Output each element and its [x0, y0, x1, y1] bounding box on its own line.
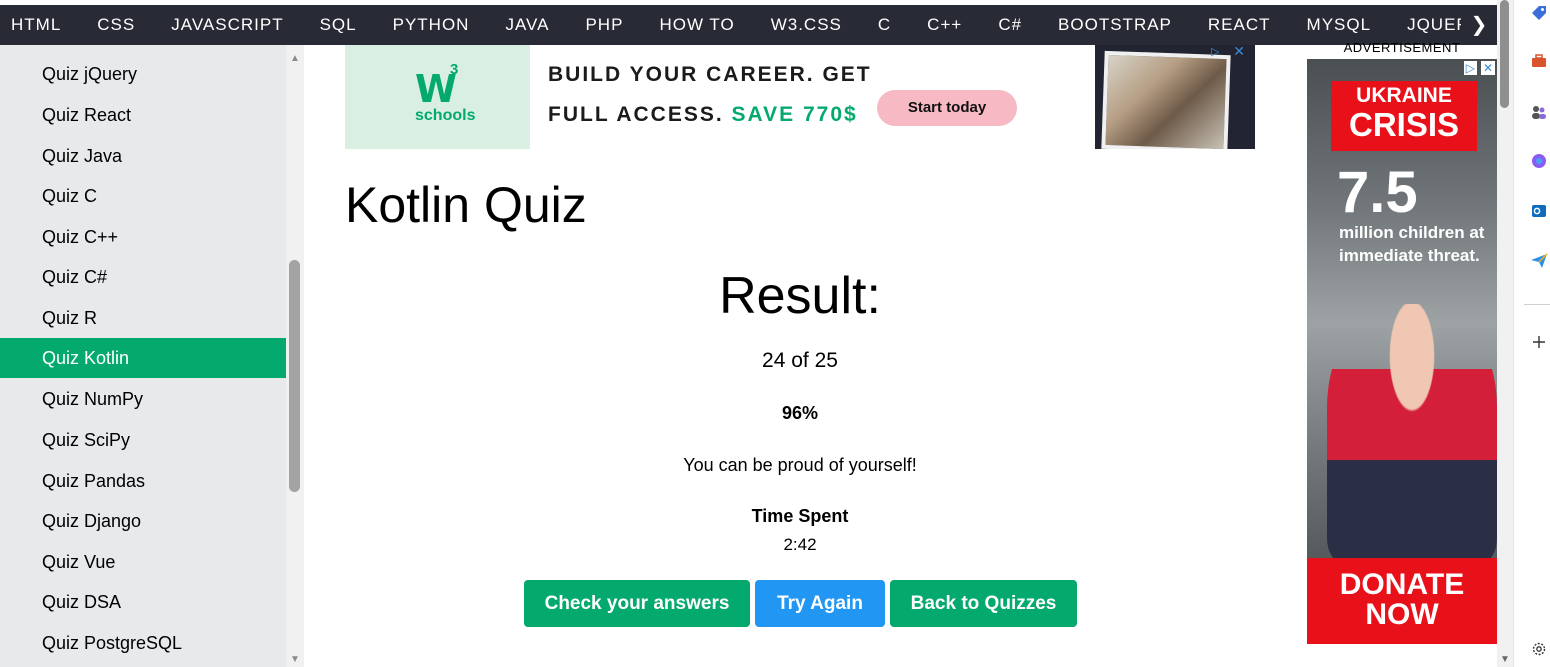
ad-close-icon[interactable]: ✕: [1480, 61, 1495, 75]
ad-choices-icon[interactable]: ▷: [1211, 45, 1225, 59]
ad-child-image: [1327, 304, 1497, 564]
nav-item-bootstrap[interactable]: BOOTSTRAP: [1040, 5, 1190, 45]
w3schools-logo-sup: 3: [450, 61, 459, 78]
people-icon[interactable]: [1528, 103, 1550, 125]
ad-subtext: million children at immediate threat.: [1339, 223, 1485, 265]
back-to-quizzes-button[interactable]: Back to Quizzes: [890, 580, 1077, 627]
ad-headline-line1: BUILD YOUR CAREER. GET: [548, 63, 872, 86]
ad-headline-line2: FULL ACCESS. SAVE 770$: [548, 103, 858, 127]
nav-item-cpp[interactable]: C++: [909, 5, 980, 45]
sidebar-item-quiz-vue[interactable]: Quiz Vue: [0, 542, 286, 582]
side-panel-divider: [1524, 304, 1550, 305]
ad-close-icon[interactable]: ✕: [1233, 45, 1245, 60]
sidebar-item-quiz-kotlin[interactable]: Quiz Kotlin: [0, 338, 286, 378]
nav-item-javascript[interactable]: JAVASCRIPT: [153, 5, 301, 45]
nav-item-mysql[interactable]: MYSQL: [1289, 5, 1390, 45]
sidebar-item-quiz-dsa[interactable]: Quiz DSA: [0, 582, 286, 622]
sidebar-item-quiz-django[interactable]: Quiz Django: [0, 501, 286, 541]
nav-item-react[interactable]: REACT: [1190, 5, 1289, 45]
sidebar-item-quiz-scipy[interactable]: Quiz SciPy: [0, 420, 286, 460]
nav-item-w3css[interactable]: W3.CSS: [753, 5, 860, 45]
tag-icon[interactable]: [1528, 4, 1550, 26]
nav-item-python[interactable]: PYTHON: [375, 5, 488, 45]
plus-icon[interactable]: [1528, 333, 1550, 355]
time-spent-value: 2:42: [783, 535, 817, 554]
donate-line1: DONATE: [1339, 568, 1465, 601]
advertisement-label: ADVERTISEMENT: [1343, 40, 1461, 55]
outlook-icon[interactable]: [1528, 202, 1550, 224]
sidebar-item-quiz-r[interactable]: Quiz R: [0, 298, 286, 338]
nav-item-csharp[interactable]: C#: [980, 5, 1040, 45]
briefcase-icon[interactable]: [1528, 52, 1550, 74]
sidebar-scrollbar-thumb[interactable]: [289, 260, 300, 492]
nav-item-c[interactable]: C: [860, 5, 909, 45]
nav-item-java[interactable]: JAVA: [487, 5, 567, 45]
nav-scroll-right-icon[interactable]: ❯: [1461, 5, 1497, 45]
ad-banner[interactable]: W 3 schools BUILD YOUR CAREER. GET FULL …: [345, 45, 1255, 149]
sidebar: Quiz jQuery Quiz React Quiz Java Quiz C …: [0, 45, 286, 667]
check-answers-button[interactable]: Check your answers: [524, 580, 750, 627]
sidebar-item-quiz-cpp[interactable]: Quiz C++: [0, 217, 286, 257]
ad-big-number: 7.5: [1337, 160, 1418, 225]
nav-item-html[interactable]: HTML: [0, 5, 79, 45]
sidebar-item-quiz-postgresql[interactable]: Quiz PostgreSQL: [0, 623, 286, 663]
browser-side-panel: [1513, 0, 1550, 667]
result-heading: Result:: [719, 267, 881, 325]
ad-choices-icon[interactable]: ▷: [1463, 61, 1477, 75]
try-again-button[interactable]: Try Again: [755, 580, 885, 627]
scroll-up-arrow-icon[interactable]: ▲: [288, 53, 302, 64]
sidebar-item-quiz-pandas[interactable]: Quiz Pandas: [0, 461, 286, 501]
page-title: Kotlin Quiz: [345, 177, 587, 233]
sidebar-item-quiz-c[interactable]: Quiz C: [0, 176, 286, 216]
gear-icon[interactable]: [1528, 640, 1550, 662]
sidebar-item-quiz-csharp[interactable]: Quiz C#: [0, 257, 286, 297]
page-scrollbar-thumb[interactable]: [1500, 0, 1509, 108]
result-message: You can be proud of yourself!: [683, 455, 917, 475]
page-scroll-down-arrow-icon[interactable]: ▼: [1499, 654, 1511, 665]
sidebar-item-quiz-jquery[interactable]: Quiz jQuery: [0, 54, 286, 94]
scroll-down-arrow-icon[interactable]: ▼: [288, 654, 302, 665]
ad-headline-line2-prefix: FULL ACCESS.: [548, 103, 724, 126]
sidebar-item-quiz-numpy[interactable]: Quiz NumPy: [0, 379, 286, 419]
ad-start-today-button[interactable]: Start today: [877, 90, 1017, 126]
percent-text: 96%: [781, 403, 819, 423]
score-text: 24 of 25: [762, 349, 838, 372]
time-spent-label: Time Spent: [751, 506, 849, 526]
top-navigation: HTML CSS JAVASCRIPT SQL PYTHON JAVA PHP …: [0, 5, 1497, 45]
nav-item-sql[interactable]: SQL: [302, 5, 375, 45]
crisis-line2: CRISIS: [1348, 106, 1460, 143]
nav-item-php[interactable]: PHP: [567, 5, 641, 45]
send-icon[interactable]: [1528, 252, 1550, 274]
crisis-line1: UKRAINE: [1356, 84, 1452, 107]
donate-now-button[interactable]: DONATE NOW: [1307, 558, 1497, 644]
copilot-icon[interactable]: [1528, 152, 1550, 174]
page-scrollbar[interactable]: ▼: [1497, 0, 1513, 667]
sidebar-item-quiz-react[interactable]: Quiz React: [0, 95, 286, 135]
w3schools-logo-text: schools: [415, 107, 476, 124]
sidebar-item-quiz-java[interactable]: Quiz Java: [0, 136, 286, 176]
nav-item-how-to[interactable]: HOW TO: [641, 5, 752, 45]
donate-line2: NOW: [1365, 598, 1439, 631]
ad-photo-image: [1101, 50, 1231, 149]
ukraine-crisis-box: UKRAINE CRISIS: [1331, 81, 1477, 151]
ad-headline-save: SAVE 770$: [731, 103, 858, 126]
right-ad[interactable]: UKRAINE CRISIS 7.5 million children at i…: [1307, 59, 1497, 644]
nav-item-css[interactable]: CSS: [79, 5, 153, 45]
sidebar-scrollbar[interactable]: ▲ ▼: [286, 45, 304, 667]
